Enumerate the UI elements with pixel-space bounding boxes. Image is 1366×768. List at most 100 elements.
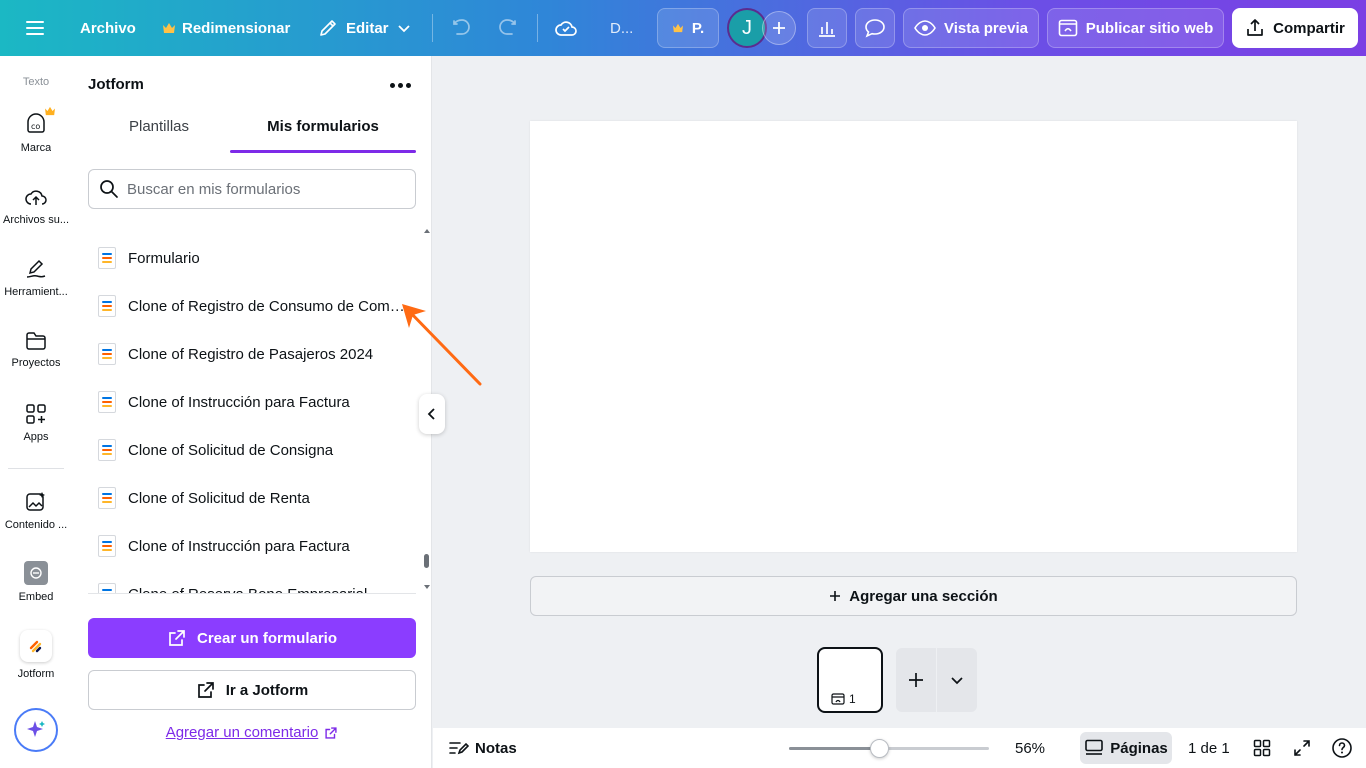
- pages-button[interactable]: Páginas: [1080, 732, 1172, 764]
- edit-button[interactable]: Editar: [318, 0, 411, 56]
- add-comment-link[interactable]: Agregar un comentario: [72, 724, 432, 741]
- search-input[interactable]: [127, 180, 397, 198]
- rail-item-label: Proyectos: [11, 357, 61, 369]
- share-icon: [1247, 19, 1264, 36]
- external-link-icon: [197, 682, 214, 698]
- add-section-button[interactable]: Agregar una sección: [530, 576, 1297, 616]
- list-item[interactable]: Formulario: [88, 234, 408, 282]
- design-title[interactable]: D...: [610, 0, 633, 56]
- panel-title: Jotform: [88, 76, 144, 93]
- notes-label: Notas: [475, 739, 517, 757]
- eye-icon: [914, 20, 936, 36]
- rail-item-apps[interactable]: Apps: [0, 403, 72, 443]
- design-title-label: D...: [610, 19, 634, 37]
- rail-item-label: Apps: [23, 431, 49, 443]
- external-link-icon: [325, 726, 337, 739]
- page-options-dropdown[interactable]: [937, 648, 977, 712]
- resize-button[interactable]: Redimensionar: [162, 0, 290, 56]
- apps-grid-icon: [26, 404, 46, 424]
- folder-icon: [26, 332, 46, 350]
- rail-item-projects[interactable]: Proyectos: [0, 331, 72, 369]
- list-item[interactable]: Clone of Registro de Consumo de Combusti…: [88, 282, 408, 330]
- list-item[interactable]: Clone of Solicitud de Consigna: [88, 426, 408, 474]
- zoom-slider-handle[interactable]: [870, 739, 889, 758]
- rail-item-jotform[interactable]: Jotform: [0, 630, 72, 680]
- list-item[interactable]: Clone of Solicitud de Renta: [88, 474, 408, 522]
- tab-my-forms[interactable]: Mis formularios: [230, 118, 416, 152]
- scroll-down-icon: [424, 585, 430, 589]
- zoom-label: 56%: [1015, 739, 1046, 757]
- share-label: Compartir: [1273, 19, 1345, 37]
- pencil-icon: [320, 20, 336, 36]
- collapse-panel-button[interactable]: [419, 394, 445, 434]
- go-to-jotform-label: Ir a Jotform: [225, 681, 309, 699]
- crown-icon: [45, 106, 55, 116]
- comments-button[interactable]: [855, 8, 895, 48]
- rail-item-label: Herramient...: [4, 286, 68, 298]
- chevron-down-icon: [951, 677, 963, 685]
- preview-button[interactable]: Vista previa: [903, 8, 1039, 48]
- rail-item-label: Jotform: [17, 668, 55, 680]
- search-icon: [100, 180, 118, 198]
- add-page-button[interactable]: [896, 648, 936, 712]
- add-collaborator-button[interactable]: [762, 11, 796, 45]
- zoom-level[interactable]: 56%: [1015, 728, 1045, 768]
- bottom-bar: Notas 56% Páginas 1 de 1: [433, 728, 1366, 768]
- list-item[interactable]: Clone of Reserva Bono Empresarial: [88, 570, 408, 594]
- add-section-label: Agregar una sección: [849, 587, 998, 605]
- publish-website-button[interactable]: Publicar sitio web: [1047, 8, 1224, 48]
- left-rail: Texto co Marca Archivos su... Herramient…: [0, 56, 72, 768]
- list-divider: [88, 593, 416, 594]
- jotform-panel: Jotform Plantillas Mis formularios Formu…: [72, 56, 432, 768]
- jotform-icon: [20, 630, 52, 662]
- list-item[interactable]: Clone of Instrucción para Factura: [88, 378, 408, 426]
- grid-view-icon[interactable]: [1253, 728, 1271, 768]
- rail-item-text[interactable]: Texto: [0, 76, 72, 88]
- avatar-initial: J: [742, 16, 752, 39]
- rail-item-draw[interactable]: Herramient...: [0, 258, 72, 298]
- list-item[interactable]: Clone of Registro de Pasajeros 2024: [88, 330, 408, 378]
- go-to-jotform-button[interactable]: Ir a Jotform: [88, 670, 416, 710]
- form-name: Formulario: [128, 249, 200, 267]
- menu-icon[interactable]: [24, 0, 46, 56]
- rail-item-brand[interactable]: co Marca: [0, 106, 72, 154]
- page-thumbnail[interactable]: 1: [817, 647, 883, 713]
- zoom-slider[interactable]: [789, 739, 989, 758]
- insights-button[interactable]: [807, 8, 847, 48]
- page-number: 1: [849, 692, 856, 706]
- notes-button[interactable]: Notas: [449, 728, 517, 768]
- publish-label: Publicar sitio web: [1085, 19, 1214, 37]
- rail-item-embed[interactable]: Embed: [0, 561, 72, 603]
- share-button[interactable]: Compartir: [1232, 8, 1358, 48]
- tab-label: Mis formularios: [267, 118, 379, 135]
- file-menu-button[interactable]: Archivo: [80, 0, 136, 56]
- rail-item-uploads[interactable]: Archivos su...: [0, 186, 72, 226]
- help-icon[interactable]: [1331, 728, 1353, 768]
- tab-templates[interactable]: Plantillas: [88, 118, 230, 152]
- form-name: Clone of Registro de Pasajeros 2024: [128, 345, 374, 363]
- form-icon: [98, 439, 116, 461]
- fullscreen-icon[interactable]: [1293, 728, 1311, 768]
- undo-icon[interactable]: [450, 0, 472, 56]
- rail-item-ai-content[interactable]: Contenido ...: [0, 491, 72, 531]
- rail-divider: [8, 468, 64, 469]
- draw-tool-icon: [26, 259, 46, 278]
- embed-icon: [24, 561, 48, 585]
- design-canvas[interactable]: [530, 121, 1297, 552]
- toolbar-divider: [432, 14, 433, 42]
- magic-assistant-button[interactable]: [14, 708, 58, 752]
- create-form-button[interactable]: Crear un formulario: [88, 618, 416, 658]
- list-item[interactable]: Clone of Instrucción para Factura: [88, 522, 408, 570]
- redo-icon[interactable]: [497, 0, 519, 56]
- page-count[interactable]: 1 de 1: [1188, 728, 1230, 768]
- form-name: Clone of Instrucción para Factura: [128, 537, 350, 555]
- pro-button[interactable]: P.: [657, 8, 719, 48]
- top-toolbar: Archivo Redimensionar Editar D... P. J V…: [0, 0, 1366, 56]
- form-name: Clone of Registro de Consumo de Combusti…: [128, 297, 406, 315]
- avatar[interactable]: J: [727, 8, 767, 48]
- cloud-saved-icon[interactable]: [554, 0, 578, 56]
- more-options-icon[interactable]: [388, 74, 412, 96]
- edit-label: Editar: [346, 19, 389, 37]
- scrollbar-thumb[interactable]: [424, 554, 429, 568]
- plus-icon: [773, 22, 785, 34]
